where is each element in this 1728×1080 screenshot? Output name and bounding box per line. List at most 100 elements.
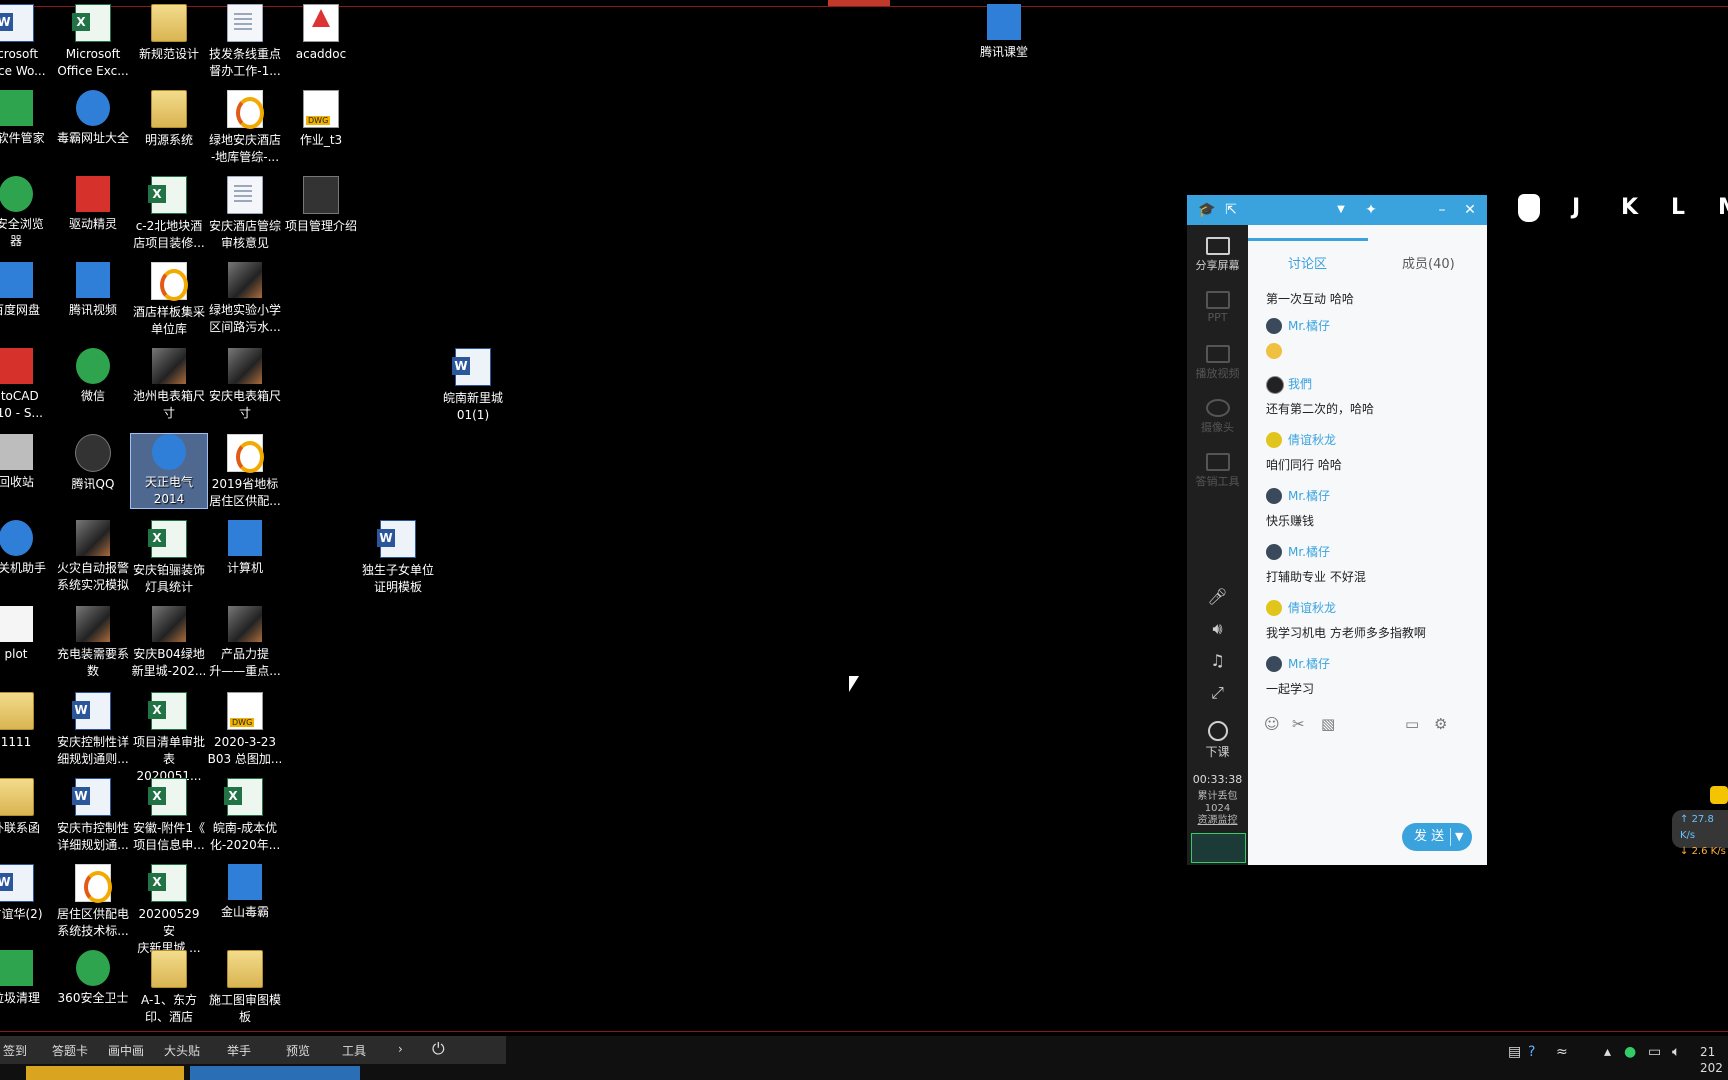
- wechat-tray-icon[interactable]: ●: [1624, 1044, 1636, 1060]
- desktop-icon[interactable]: 方谊华(2): [0, 864, 54, 923]
- desktop-icon[interactable]: 腾讯课堂: [966, 4, 1042, 61]
- desktop-icon[interactable]: 产品力提 升——重点...: [207, 606, 283, 680]
- microphone-icon[interactable]: 🎤︎: [1187, 587, 1248, 606]
- desktop-icon[interactable]: 皖南-成本优 化-2020年...: [207, 778, 283, 854]
- desktop-icon[interactable]: 20200529 安 庆新里城 ...: [131, 864, 207, 957]
- desktop-icon[interactable]: 毒霸网址大全: [55, 90, 131, 147]
- power-icon[interactable]: ⏻: [432, 1039, 445, 1059]
- speaker-icon[interactable]: 🔊︎: [1187, 619, 1248, 639]
- desktop-icon[interactable]: 时关机助手: [0, 520, 54, 577]
- camera-button[interactable]: 摄像头: [1187, 399, 1248, 435]
- minimize-icon[interactable]: –: [1432, 200, 1452, 220]
- tab-members[interactable]: 成员(40): [1402, 253, 1455, 272]
- desktop-icon[interactable]: 安徽-附件1《 项目信息申...: [131, 778, 207, 854]
- desktop-icon[interactable]: 安庆铂骊装饰 灯具统计: [131, 520, 207, 596]
- sender-name[interactable]: 我們: [1266, 375, 1374, 394]
- desktop-icon[interactable]: 项目管理介绍: [283, 176, 359, 235]
- screen-share-grip[interactable]: [828, 0, 890, 6]
- desktop-icon[interactable]: 天正电气 2014: [130, 433, 208, 509]
- raise-hand-button[interactable]: 举手: [227, 1042, 251, 1059]
- desktop-icon[interactable]: 腾讯QQ: [55, 434, 131, 493]
- fullscreen-icon[interactable]: ⤢: [1187, 683, 1248, 703]
- network-speed-widget[interactable]: ↑ 27.8 K/s ↓ 2.6 K/s: [1672, 810, 1728, 857]
- chat-input[interactable]: [1248, 743, 1487, 813]
- image-icon[interactable]: ▧: [1321, 715, 1335, 733]
- desktop-icon[interactable]: 酒店样板集采 单位库: [131, 262, 207, 338]
- close-icon[interactable]: ✕: [1460, 200, 1480, 220]
- display-icon[interactable]: ▭: [1648, 1044, 1661, 1060]
- desktop-icon[interactable]: 充电装需要系 数: [55, 606, 131, 680]
- desktop-icon[interactable]: 技发条线重点 督办工作-1...: [207, 4, 283, 80]
- tab-discussion[interactable]: 讨论区: [1288, 253, 1327, 272]
- desktop-icon[interactable]: 安庆酒店管综 审核意见: [207, 176, 283, 252]
- resource-monitor-label[interactable]: 资源监控: [1187, 815, 1248, 827]
- desktop-icon[interactable]: 项目清单审批 表2020051...: [131, 692, 207, 785]
- desktop-icon[interactable]: 明源系统: [131, 90, 207, 149]
- tools-button[interactable]: 答销工具: [1187, 453, 1248, 489]
- desktop-icon[interactable]: A-1、东方 印、酒店: [131, 950, 207, 1026]
- desktop-icon[interactable]: 绿地实验小学 区间路污水...: [207, 262, 283, 336]
- desktop-icon[interactable]: 垃圾清理: [0, 950, 54, 1007]
- sender-name[interactable]: 倩谊秋龙: [1266, 599, 1426, 617]
- desktop-icon[interactable]: 驱动精灵: [55, 176, 131, 233]
- taskbar-app-2[interactable]: [190, 1066, 360, 1080]
- desktop-icon[interactable]: 2019省地标 居住区供配...: [207, 434, 283, 510]
- dropdown-icon[interactable]: ▼: [1331, 200, 1351, 220]
- desktop-icon[interactable]: D软件管家: [0, 90, 54, 147]
- desktop-icon[interactable]: 计算机: [207, 520, 283, 577]
- help-icon[interactable]: ?: [1528, 1044, 1535, 1060]
- sender-name[interactable]: Mr.橘仔: [1266, 317, 1330, 335]
- clock[interactable]: 21 202: [1700, 1044, 1723, 1076]
- desktop-icon[interactable]: 360安全卫士: [55, 950, 131, 1007]
- desktop-icon[interactable]: 皖南新里城 01(1): [435, 348, 511, 424]
- desktop-icon[interactable]: c-2北地块酒 店项目装修...: [131, 176, 207, 252]
- taskbar-app-1[interactable]: [26, 1066, 184, 1080]
- desktop-icon[interactable]: 作业_t3: [283, 90, 359, 149]
- volume-icon[interactable]: 🔈︎: [1672, 1044, 1680, 1060]
- chevron-down-icon[interactable]: ▼: [1455, 823, 1463, 851]
- desktop-icon[interactable]: 0安全浏览 器: [0, 176, 54, 250]
- scissors-icon[interactable]: ✂: [1292, 715, 1305, 733]
- message-icon[interactable]: ▭: [1405, 715, 1419, 733]
- network-icon[interactable]: ▤: [1508, 1044, 1521, 1060]
- desktop-icon[interactable]: 1111: [0, 692, 54, 751]
- answer-card-button[interactable]: 答题卡: [52, 1042, 88, 1059]
- desktop-icon[interactable]: 池州电表箱尺 寸: [131, 348, 207, 422]
- play-video-button[interactable]: 播放视频: [1187, 345, 1248, 381]
- share-screen-button[interactable]: 分享屏幕: [1187, 237, 1248, 273]
- desktop-icon[interactable]: 安庆电表箱尺 寸: [207, 348, 283, 422]
- send-button[interactable]: 发 送 ▼: [1402, 823, 1472, 851]
- sender-name[interactable]: Mr.橘仔: [1266, 543, 1366, 561]
- photo-sticker-button[interactable]: 大头贴: [164, 1042, 200, 1059]
- share-out-icon[interactable]: ⇱: [1221, 200, 1241, 220]
- desktop-icon[interactable]: 微信: [55, 348, 131, 405]
- end-class-button[interactable]: 下课: [1187, 721, 1248, 760]
- pin-icon[interactable]: ✦: [1361, 200, 1381, 220]
- desktop-icon[interactable]: 安庆B04绿地 新里城-202...: [131, 606, 207, 680]
- desktop-icon[interactable]: icrosoft ffice Wo...: [0, 4, 54, 80]
- desktop-icon[interactable]: 百度网盘: [0, 262, 54, 319]
- window-titlebar[interactable]: 🎓 ⇱ ▼ ✦ – ✕: [1187, 195, 1487, 225]
- emoji-picker-icon[interactable]: ☺: [1264, 715, 1280, 733]
- more-arrow-icon[interactable]: ›: [398, 1042, 403, 1056]
- desktop-icon[interactable]: Microsoft Office Exc...: [55, 4, 131, 80]
- desktop-icon[interactable]: 2020-3-23 B03 总图加...: [207, 692, 283, 768]
- cap-icon[interactable]: 🎓: [1197, 200, 1217, 220]
- desktop-icon[interactable]: 金山毒霸: [207, 864, 283, 921]
- desktop-icon[interactable]: 安庆市控制性 详细规划通...: [55, 778, 131, 854]
- desktop-icon[interactable]: 施工图审图模 板: [207, 950, 283, 1026]
- tools-button[interactable]: 工具: [342, 1042, 366, 1059]
- desktop-icon[interactable]: utoCAD 010 - S...: [0, 348, 54, 422]
- ppt-button[interactable]: PPT: [1187, 291, 1248, 324]
- desktop-icon[interactable]: acaddoc: [283, 4, 359, 63]
- sender-name[interactable]: Mr.橘仔: [1266, 655, 1330, 673]
- sign-in-button[interactable]: 签到: [3, 1042, 27, 1059]
- desktop-icon[interactable]: 火灾自动报警 系统实况模拟: [55, 520, 131, 594]
- picture-in-picture-button[interactable]: 画中画: [108, 1042, 144, 1059]
- sender-name[interactable]: Mr.橘仔: [1266, 487, 1330, 505]
- tray-expand-icon[interactable]: ▴: [1604, 1044, 1611, 1060]
- desktop-icon[interactable]: 腾讯视频: [55, 262, 131, 319]
- desktop-icon[interactable]: 新规范设计: [131, 4, 207, 63]
- desktop-icon[interactable]: 安庆控制性详 细规划通则...: [55, 692, 131, 768]
- desktop-icon[interactable]: 回收站: [0, 434, 54, 491]
